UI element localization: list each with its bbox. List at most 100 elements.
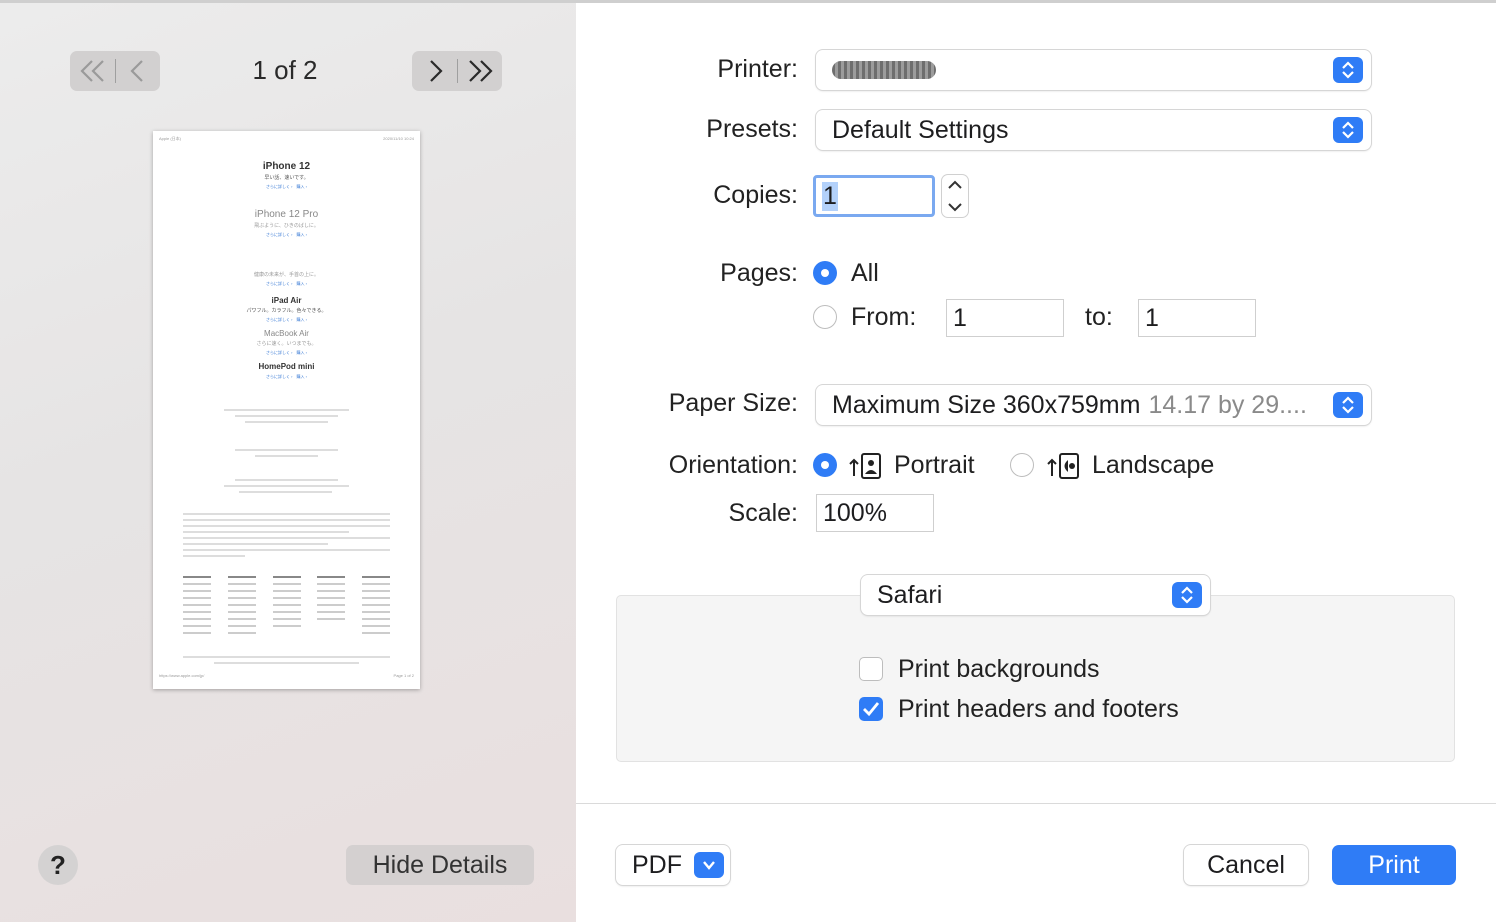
printer-label: Printer:: [717, 55, 798, 83]
up-down-arrows-icon: [1333, 117, 1363, 143]
preview-section-sub: さらに速く。いつまでも。: [256, 341, 317, 347]
pages-all-radio[interactable]: [813, 261, 837, 285]
orientation-portrait-label: Portrait: [894, 451, 975, 479]
last-page-button[interactable]: [458, 51, 502, 91]
orientation-landscape-radio[interactable]: [1010, 453, 1034, 477]
landscape-orientation-icon: [1047, 453, 1079, 479]
first-page-button[interactable]: [71, 51, 115, 91]
preview-section-sub: 飛ぶように、ひきのばしに。: [254, 223, 319, 229]
double-chevron-left-icon: [79, 60, 104, 82]
double-chevron-right-icon: [468, 60, 493, 82]
app-options-panel: Print backgrounds Print headers and foot…: [616, 595, 1455, 762]
orientation-portrait-radio[interactable]: [813, 453, 837, 477]
presets-label: Presets:: [706, 115, 798, 143]
stepper-arrows-icon: [948, 180, 962, 212]
preview-footer-columns: [183, 576, 390, 639]
print-headers-footers-checkbox[interactable]: [859, 697, 883, 721]
presets-popup[interactable]: Default Settings: [816, 110, 1371, 150]
preview-section: iPad Air パワフル。カラフル。色々できる。 さらに詳しく › 購入 ›: [153, 296, 420, 323]
copies-field[interactable]: 1: [813, 175, 935, 217]
pdf-label: PDF: [632, 850, 682, 879]
pages-range-radio[interactable]: [813, 305, 837, 329]
app-section-value: Safari: [877, 580, 943, 609]
footer-divider: [576, 803, 1496, 804]
preview-section-title: MacBook Air: [264, 329, 309, 338]
page-preview-thumbnail: Apple (日本) 2020/11/10 10:24 iPhone 12 早い…: [153, 131, 420, 689]
scale-field[interactable]: 100%: [816, 494, 934, 532]
pdf-menu-button[interactable]: PDF: [616, 845, 730, 885]
presets-value: Default Settings: [832, 115, 1009, 144]
up-down-arrows-icon: [1333, 392, 1363, 418]
preview-text-lines: [183, 479, 390, 497]
chevron-down-icon: [694, 852, 724, 878]
pages-all-label: All: [851, 259, 879, 287]
printer-name-redacted: [832, 61, 936, 79]
preview-section-title: iPhone 12 Pro: [254, 209, 319, 220]
preview-section-sub: 早い話、速いです。: [264, 175, 309, 181]
preview-section: iPhone 12 早い話、速いです。 さらに詳しく › 購入 ›: [153, 161, 420, 190]
preview-header: Apple (日本) 2020/11/10 10:24: [159, 136, 414, 142]
next-page-button[interactable]: [413, 51, 457, 91]
preview-text-lines: [183, 449, 390, 461]
preview-legal-lines: [183, 656, 390, 668]
preview-footer-left: https://www.apple.com/jp/: [159, 673, 205, 678]
chevron-right-icon: [429, 60, 443, 82]
pages-label: Pages:: [720, 259, 798, 287]
preview-header-right: 2020/11/10 10:24: [383, 136, 414, 141]
copies-stepper[interactable]: [942, 175, 968, 217]
print-backgrounds-label: Print backgrounds: [898, 655, 1100, 683]
pages-from-field[interactable]: 1: [946, 299, 1064, 337]
preview-section-title: HomePod mini: [258, 362, 315, 371]
preview-section: 健康の未来が、手首の上に。 さらに詳しく › 購入 ›: [153, 269, 420, 287]
pages-to-label: to:: [1085, 303, 1113, 331]
up-down-arrows-icon: [1333, 57, 1363, 83]
settings-pane: Printer: Presets: Default Settings Copie…: [576, 0, 1496, 922]
app-section-popup[interactable]: Safari: [861, 575, 1210, 615]
preview-section-links: さらに詳しく › 購入 ›: [266, 184, 307, 189]
preview-footer-right: Page 1 of 2: [393, 673, 414, 678]
preview-section: MacBook Air さらに速く。いつまでも。 さらに詳しく › 購入 ›: [153, 329, 420, 356]
page-counter: 1 of 2: [252, 55, 318, 85]
preview-section-title: iPad Air: [271, 296, 302, 305]
copies-label: Copies:: [713, 181, 798, 209]
paper-size-value: Maximum Size 360x759mm: [832, 390, 1141, 419]
preview-section-links: さらに詳しく › 購入 ›: [266, 350, 307, 355]
paper-size-dims: 14.17 by 29....: [1148, 390, 1307, 419]
first-previous-page-control[interactable]: [70, 51, 160, 91]
portrait-orientation-icon: [849, 453, 881, 479]
preview-section: iPhone 12 Pro 飛ぶように、ひきのばしに。 さらに詳しく › 購入 …: [153, 209, 420, 238]
preview-section-links: さらに詳しく › 購入 ›: [266, 317, 307, 322]
orientation-label: Orientation:: [668, 451, 798, 479]
print-headers-footers-label: Print headers and footers: [898, 695, 1179, 723]
scale-label: Scale:: [728, 499, 798, 527]
preview-header-left: Apple (日本): [159, 136, 182, 141]
paper-size-label: Paper Size:: [668, 389, 798, 417]
preview-section-links: さらに詳しく › 購入 ›: [266, 374, 307, 379]
checkmark-icon: [863, 702, 880, 717]
preview-section-links: さらに詳しく › 購入 ›: [266, 281, 307, 286]
preview-pane: 1 of 2 Apple (日本) 2020/11/10 10:24 iPhon…: [0, 0, 576, 922]
preview-section-sub: 健康の未来が、手首の上に。: [254, 272, 319, 278]
preview-text-lines: [183, 409, 390, 427]
up-down-arrows-icon: [1172, 582, 1202, 608]
pages-from-label: From:: [851, 303, 917, 331]
preview-fine-print: [183, 513, 390, 561]
preview-footer: https://www.apple.com/jp/ Page 1 of 2: [159, 673, 414, 678]
preview-section-sub: パワフル。カラフル。色々できる。: [246, 308, 327, 314]
chevron-left-icon: [129, 60, 143, 82]
preview-section-links: さらに詳しく › 購入 ›: [266, 232, 307, 237]
copies-value: 1: [822, 181, 838, 211]
print-backgrounds-checkbox[interactable]: [859, 657, 883, 681]
orientation-landscape-label: Landscape: [1092, 451, 1215, 479]
pages-to-field[interactable]: 1: [1138, 299, 1256, 337]
printer-popup[interactable]: [816, 50, 1371, 90]
preview-section-title: iPhone 12: [262, 161, 311, 172]
print-button[interactable]: Print: [1332, 845, 1456, 885]
previous-page-button[interactable]: [116, 51, 160, 91]
preview-section: HomePod mini さらに詳しく › 購入 ›: [153, 362, 420, 380]
hide-details-button[interactable]: Hide Details: [346, 845, 534, 885]
help-button[interactable]: ?: [38, 845, 78, 885]
next-last-page-control[interactable]: [412, 51, 502, 91]
paper-size-popup[interactable]: Maximum Size 360x759mm 14.17 by 29....: [816, 385, 1371, 425]
cancel-button[interactable]: Cancel: [1184, 845, 1308, 885]
